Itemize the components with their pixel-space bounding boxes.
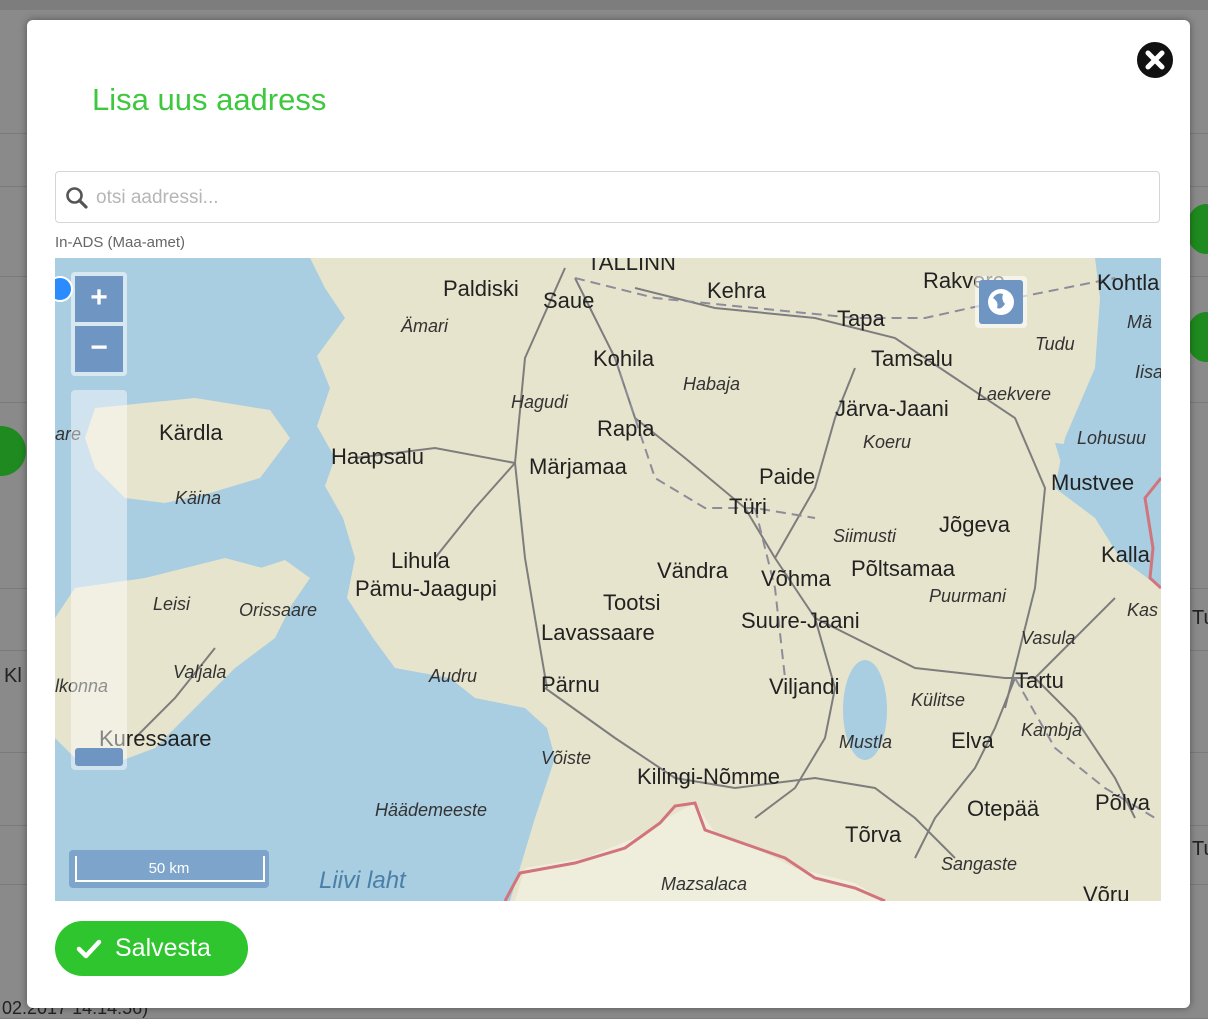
city-label: Kehra <box>707 278 766 303</box>
city-label: Lihula <box>391 548 450 573</box>
bg-side-text: Tu <box>1192 607 1208 629</box>
checkmark-icon <box>76 939 102 959</box>
city-label: Mazsalaca <box>661 874 747 894</box>
city-label: Tõrva <box>845 822 902 847</box>
zoom-in-button[interactable]: + <box>75 276 123 322</box>
city-label: Saue <box>543 288 594 313</box>
city-label: Võru <box>1083 882 1129 901</box>
city-label: Lohusuu <box>1077 428 1146 448</box>
city-label: Audru <box>428 666 477 686</box>
city-label: Võhma <box>761 566 831 591</box>
city-label: Türi <box>729 494 767 519</box>
map-canvas[interactable]: TALLINN Paldiski Saue Kehra Rakvere Koht… <box>55 258 1161 901</box>
zoom-controls: + − <box>71 272 127 376</box>
city-label: Habaja <box>683 374 740 394</box>
city-label: Kilingi-Nõmme <box>637 764 780 789</box>
water-label: Liivi laht <box>319 867 407 894</box>
city-label: Puurmani <box>929 586 1007 606</box>
city-label: Paldiski <box>443 276 519 301</box>
city-label: Suure-Jaani <box>741 608 860 633</box>
save-button[interactable]: Salvesta <box>55 921 248 976</box>
city-label: Märjamaa <box>529 454 628 479</box>
city-label: Kas <box>1127 600 1158 620</box>
zoom-slider[interactable] <box>71 390 127 770</box>
layer-switcher-button[interactable] <box>975 276 1027 328</box>
city-label: Mustvee <box>1051 470 1134 495</box>
city-label: Valjala <box>173 662 226 682</box>
city-label: Põlva <box>1095 790 1151 815</box>
bg-side-text: Tu <box>1192 838 1208 860</box>
city-label: Otepää <box>967 796 1040 821</box>
city-label: Võiste <box>541 748 591 768</box>
scale-label: 50 km <box>148 860 190 877</box>
city-label: Ämari <box>400 316 449 336</box>
city-label: Mä <box>1127 312 1152 332</box>
city-label: Vasula <box>1021 628 1075 648</box>
city-label: Tootsi <box>603 590 660 615</box>
city-label: Järva-Jaani <box>835 396 949 421</box>
save-button-label: Salvesta <box>115 934 211 962</box>
zoom-slider-thumb[interactable] <box>75 748 123 766</box>
layer-switcher-bg <box>979 280 1023 324</box>
city-label: Käina <box>175 488 221 508</box>
modal-title: Lisa uus aadress <box>92 82 327 117</box>
zoom-out-button[interactable]: − <box>75 326 123 372</box>
city-label: Rapla <box>597 416 655 441</box>
city-label: Jõgeva <box>939 512 1011 537</box>
city-label: TALLINN <box>587 258 676 275</box>
city-label: Kohtla <box>1097 270 1160 295</box>
search-input[interactable] <box>94 183 1148 213</box>
city-label: Paide <box>759 464 815 489</box>
add-address-modal: Lisa uus aadress In-ADS (Maa-amet) <box>27 20 1190 1008</box>
city-label: Tudu <box>1035 334 1075 354</box>
bg-status-icon <box>0 426 26 476</box>
city-label: Kärdla <box>159 420 223 445</box>
city-label: Haapsalu <box>331 444 424 469</box>
map-scale-bar: 50 km <box>69 850 269 888</box>
city-label: Tartu <box>1015 668 1064 693</box>
search-field[interactable] <box>55 171 1160 223</box>
city-label: Mustla <box>839 732 892 752</box>
city-label: Elva <box>951 728 995 753</box>
city-label: Leisi <box>153 594 191 614</box>
city-label: Tamsalu <box>871 346 953 371</box>
city-label: Pämu-Jaagupi <box>355 576 497 601</box>
city-label: Viljandi <box>769 674 840 699</box>
map-source-label: In-ADS (Maa-amet) <box>55 234 186 251</box>
city-label: Kambja <box>1021 720 1082 740</box>
city-label: Laekvere <box>977 384 1051 404</box>
city-label: Siimusti <box>833 526 897 546</box>
globe-icon <box>988 289 1014 315</box>
city-label: Iisa <box>1135 362 1161 382</box>
city-label: Kohila <box>593 346 655 371</box>
close-circle-icon <box>1135 40 1175 80</box>
city-label: Külitse <box>911 690 965 710</box>
city-label: Orissaare <box>239 600 317 620</box>
map-view[interactable]: TALLINN Paldiski Saue Kehra Rakvere Koht… <box>55 258 1161 901</box>
city-label: Lavassaare <box>541 620 655 645</box>
city-label: Tapa <box>837 306 885 331</box>
search-icon <box>66 187 88 209</box>
bg-side-text: Kl <box>4 665 22 687</box>
city-label: Pärnu <box>541 672 600 697</box>
city-label: Koeru <box>863 432 911 452</box>
city-label: Häädemeeste <box>375 800 487 820</box>
city-label: Sangaste <box>941 854 1017 874</box>
city-label: Hagudi <box>511 392 569 412</box>
close-button[interactable] <box>1133 38 1177 82</box>
city-label: Vändra <box>657 558 729 583</box>
city-label: Põltsamaa <box>851 556 956 581</box>
city-label: Kalla <box>1101 542 1151 567</box>
